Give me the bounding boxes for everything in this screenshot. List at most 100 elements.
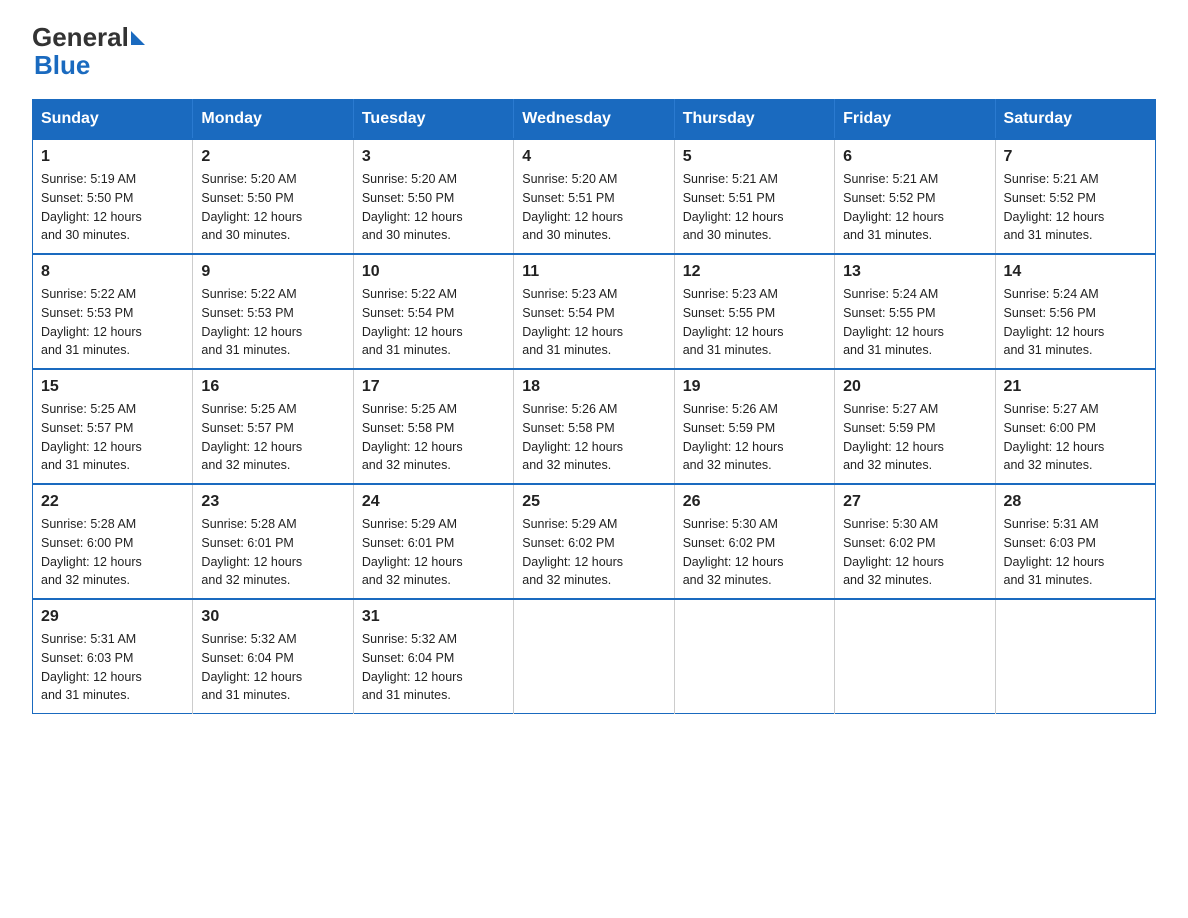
calendar-day-cell: 25Sunrise: 5:29 AMSunset: 6:02 PMDayligh… <box>514 484 674 599</box>
calendar-table: SundayMondayTuesdayWednesdayThursdayFrid… <box>32 99 1156 714</box>
logo-arrow-icon <box>131 31 145 45</box>
weekday-header-monday: Monday <box>193 100 353 140</box>
day-number: 15 <box>41 378 184 396</box>
header: General Blue <box>32 24 1156 81</box>
calendar-day-cell: 9 Sunrise: 5:22 AMSunset: 5:53 PMDaylight… <box>193 254 353 369</box>
day-number: 12 <box>683 263 826 281</box>
weekday-header-friday: Friday <box>835 100 995 140</box>
calendar-day-cell: 31 Sunrise: 5:32 AMSunset: 6:04 PMDayligh… <box>353 599 513 714</box>
day-number: 21 <box>1004 378 1147 396</box>
calendar-day-cell: 24 Sunrise: 5:29 AMSunset: 6:01 PMDayligh… <box>353 484 513 599</box>
day-info: Sunrise: 5:20 AMSunset: 5:50 PMDaylight:… <box>362 170 505 245</box>
day-info: Sunrise: 5:21 AMSunset: 5:52 PMDaylight:… <box>1004 170 1147 245</box>
day-info: Sunrise: 5:27 AMSunset: 5:59 PMDaylight:… <box>843 400 986 475</box>
day-info: Sunrise: 5:29 AMSunset: 6:02 PMDaylight:… <box>522 515 665 590</box>
day-info: Sunrise: 5:21 AMSunset: 5:51 PMDaylight:… <box>683 170 826 245</box>
calendar-day-cell: 13 Sunrise: 5:24 AMSunset: 5:55 PMDayligh… <box>835 254 995 369</box>
day-number: 28 <box>1004 493 1147 511</box>
calendar-day-cell: 16Sunrise: 5:25 AMSunset: 5:57 PMDayligh… <box>193 369 353 484</box>
calendar-day-cell <box>674 599 834 714</box>
day-number: 6 <box>843 148 986 166</box>
day-number: 20 <box>843 378 986 396</box>
day-info: Sunrise: 5:19 AMSunset: 5:50 PMDaylight:… <box>41 170 184 245</box>
calendar-week-row: 29 Sunrise: 5:31 AMSunset: 6:03 PMDayligh… <box>33 599 1156 714</box>
day-number: 22 <box>41 493 184 511</box>
calendar-day-cell: 1 Sunrise: 5:19 AMSunset: 5:50 PMDaylight… <box>33 139 193 254</box>
day-info: Sunrise: 5:30 AMSunset: 6:02 PMDaylight:… <box>683 515 826 590</box>
day-info: Sunrise: 5:23 AMSunset: 5:55 PMDaylight:… <box>683 285 826 360</box>
day-number: 19 <box>683 378 826 396</box>
calendar-day-cell <box>514 599 674 714</box>
day-number: 31 <box>362 608 505 626</box>
day-info: Sunrise: 5:20 AMSunset: 5:51 PMDaylight:… <box>522 170 665 245</box>
day-info: Sunrise: 5:25 AMSunset: 5:57 PMDaylight:… <box>41 400 184 475</box>
day-info: Sunrise: 5:22 AMSunset: 5:54 PMDaylight:… <box>362 285 505 360</box>
day-info: Sunrise: 5:22 AMSunset: 5:53 PMDaylight:… <box>201 285 344 360</box>
calendar-day-cell: 21 Sunrise: 5:27 AMSunset: 6:00 PMDayligh… <box>995 369 1155 484</box>
day-number: 24 <box>362 493 505 511</box>
logo-general-text: General <box>32 24 129 50</box>
day-number: 7 <box>1004 148 1147 166</box>
calendar-day-cell: 20 Sunrise: 5:27 AMSunset: 5:59 PMDayligh… <box>835 369 995 484</box>
logo: General Blue <box>32 24 145 81</box>
day-info: Sunrise: 5:27 AMSunset: 6:00 PMDaylight:… <box>1004 400 1147 475</box>
calendar-day-cell: 28Sunrise: 5:31 AMSunset: 6:03 PMDayligh… <box>995 484 1155 599</box>
calendar-day-cell: 4Sunrise: 5:20 AMSunset: 5:51 PMDaylight… <box>514 139 674 254</box>
day-info: Sunrise: 5:28 AMSunset: 6:00 PMDaylight:… <box>41 515 184 590</box>
calendar-day-cell: 23Sunrise: 5:28 AMSunset: 6:01 PMDayligh… <box>193 484 353 599</box>
calendar-day-cell: 8 Sunrise: 5:22 AMSunset: 5:53 PMDaylight… <box>33 254 193 369</box>
day-number: 27 <box>843 493 986 511</box>
day-info: Sunrise: 5:32 AMSunset: 6:04 PMDaylight:… <box>362 630 505 705</box>
day-number: 18 <box>522 378 665 396</box>
day-number: 5 <box>683 148 826 166</box>
day-number: 30 <box>201 608 344 626</box>
day-number: 2 <box>201 148 344 166</box>
day-number: 23 <box>201 493 344 511</box>
calendar-week-row: 8 Sunrise: 5:22 AMSunset: 5:53 PMDaylight… <box>33 254 1156 369</box>
calendar-day-cell <box>835 599 995 714</box>
day-info: Sunrise: 5:20 AMSunset: 5:50 PMDaylight:… <box>201 170 344 245</box>
day-info: Sunrise: 5:25 AMSunset: 5:57 PMDaylight:… <box>201 400 344 475</box>
day-number: 14 <box>1004 263 1147 281</box>
weekday-header-thursday: Thursday <box>674 100 834 140</box>
calendar-day-cell: 12 Sunrise: 5:23 AMSunset: 5:55 PMDayligh… <box>674 254 834 369</box>
calendar-day-cell: 26Sunrise: 5:30 AMSunset: 6:02 PMDayligh… <box>674 484 834 599</box>
weekday-header-saturday: Saturday <box>995 100 1155 140</box>
weekday-header-row: SundayMondayTuesdayWednesdayThursdayFrid… <box>33 100 1156 140</box>
day-info: Sunrise: 5:24 AMSunset: 5:55 PMDaylight:… <box>843 285 986 360</box>
day-number: 13 <box>843 263 986 281</box>
calendar-day-cell <box>995 599 1155 714</box>
calendar-week-row: 15 Sunrise: 5:25 AMSunset: 5:57 PMDayligh… <box>33 369 1156 484</box>
calendar-day-cell: 30 Sunrise: 5:32 AMSunset: 6:04 PMDayligh… <box>193 599 353 714</box>
calendar-day-cell: 3Sunrise: 5:20 AMSunset: 5:50 PMDaylight… <box>353 139 513 254</box>
day-info: Sunrise: 5:31 AMSunset: 6:03 PMDaylight:… <box>41 630 184 705</box>
calendar-day-cell: 2 Sunrise: 5:20 AMSunset: 5:50 PMDaylight… <box>193 139 353 254</box>
calendar-day-cell: 14Sunrise: 5:24 AMSunset: 5:56 PMDayligh… <box>995 254 1155 369</box>
calendar-day-cell: 6Sunrise: 5:21 AMSunset: 5:52 PMDaylight… <box>835 139 995 254</box>
day-number: 9 <box>201 263 344 281</box>
day-number: 1 <box>41 148 184 166</box>
day-number: 8 <box>41 263 184 281</box>
calendar-day-cell: 27 Sunrise: 5:30 AMSunset: 6:02 PMDayligh… <box>835 484 995 599</box>
calendar-day-cell: 18Sunrise: 5:26 AMSunset: 5:58 PMDayligh… <box>514 369 674 484</box>
day-number: 29 <box>41 608 184 626</box>
calendar-day-cell: 7 Sunrise: 5:21 AMSunset: 5:52 PMDaylight… <box>995 139 1155 254</box>
weekday-header-wednesday: Wednesday <box>514 100 674 140</box>
weekday-header-sunday: Sunday <box>33 100 193 140</box>
day-number: 17 <box>362 378 505 396</box>
day-info: Sunrise: 5:30 AMSunset: 6:02 PMDaylight:… <box>843 515 986 590</box>
day-info: Sunrise: 5:22 AMSunset: 5:53 PMDaylight:… <box>41 285 184 360</box>
calendar-day-cell: 5 Sunrise: 5:21 AMSunset: 5:51 PMDaylight… <box>674 139 834 254</box>
day-info: Sunrise: 5:32 AMSunset: 6:04 PMDaylight:… <box>201 630 344 705</box>
weekday-header-tuesday: Tuesday <box>353 100 513 140</box>
day-info: Sunrise: 5:23 AMSunset: 5:54 PMDaylight:… <box>522 285 665 360</box>
calendar-day-cell: 22 Sunrise: 5:28 AMSunset: 6:00 PMDayligh… <box>33 484 193 599</box>
calendar-week-row: 1 Sunrise: 5:19 AMSunset: 5:50 PMDaylight… <box>33 139 1156 254</box>
calendar-day-cell: 29 Sunrise: 5:31 AMSunset: 6:03 PMDayligh… <box>33 599 193 714</box>
calendar-day-cell: 17 Sunrise: 5:25 AMSunset: 5:58 PMDayligh… <box>353 369 513 484</box>
calendar-day-cell: 10 Sunrise: 5:22 AMSunset: 5:54 PMDayligh… <box>353 254 513 369</box>
day-number: 10 <box>362 263 505 281</box>
calendar-week-row: 22 Sunrise: 5:28 AMSunset: 6:00 PMDayligh… <box>33 484 1156 599</box>
day-info: Sunrise: 5:29 AMSunset: 6:01 PMDaylight:… <box>362 515 505 590</box>
day-info: Sunrise: 5:25 AMSunset: 5:58 PMDaylight:… <box>362 400 505 475</box>
